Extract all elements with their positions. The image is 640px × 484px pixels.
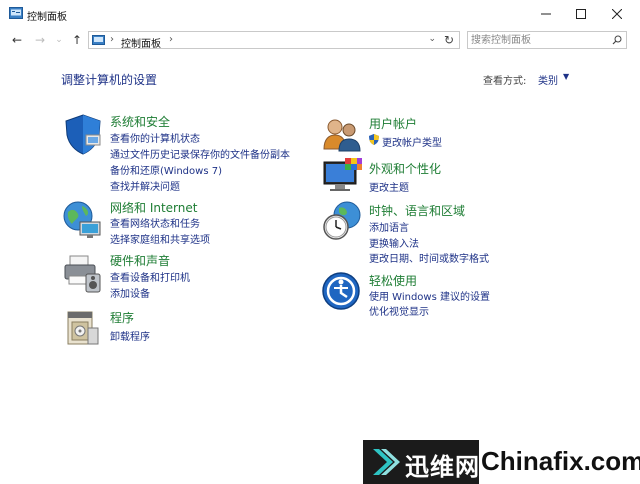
breadcrumb-separator: › <box>110 34 114 45</box>
category-hardware-sound[interactable]: 硬件和声音 <box>110 252 170 269</box>
maximize-button[interactable] <box>567 3 595 25</box>
link-file-history-backup[interactable]: 通过文件历史记录保存你的文件备份副本 <box>110 146 290 161</box>
link-change-input-method[interactable]: 更换输入法 <box>369 235 419 250</box>
appearance-monitor-icon[interactable] <box>321 156 363 198</box>
category-system-security[interactable]: 系统和安全 <box>110 113 170 130</box>
chevron-down-icon: ⌄ <box>55 35 63 45</box>
minimize-button[interactable] <box>532 3 560 25</box>
link-windows-recommended-settings[interactable]: 使用 Windows 建议的设置 <box>369 288 490 303</box>
close-button[interactable] <box>603 3 631 25</box>
breadcrumb-separator[interactable]: › <box>169 34 173 45</box>
control-panel-icon <box>92 35 105 45</box>
search-box[interactable] <box>467 31 627 49</box>
link-uninstall-program[interactable]: 卸载程序 <box>110 328 150 343</box>
maximize-icon <box>576 9 586 19</box>
breadcrumb-control-panel[interactable]: 控制面板 <box>121 35 161 50</box>
refresh-icon[interactable]: ↻ <box>444 33 454 47</box>
address-dropdown-icon[interactable]: ⌄ <box>428 34 436 44</box>
watermark-brand-en: Chinafix.com <box>481 446 640 476</box>
link-network-status[interactable]: 查看网络状态和任务 <box>110 215 200 230</box>
watermark-brand-cn: 迅维网 <box>405 453 480 481</box>
category-ease-of-access[interactable]: 轻松使用 <box>369 272 417 289</box>
security-shield-icon[interactable] <box>62 113 104 155</box>
link-change-account-type[interactable]: 更改帐户类型 <box>382 134 442 149</box>
forward-button[interactable]: → <box>32 32 48 48</box>
link-add-language[interactable]: 添加语言 <box>369 219 409 234</box>
view-by-dropdown[interactable]: 类别 <box>538 72 558 87</box>
link-view-computer-status[interactable]: 查看你的计算机状态 <box>110 130 200 145</box>
clock-region-icon[interactable] <box>321 200 363 242</box>
minimize-icon <box>541 13 551 15</box>
uac-shield-icon <box>369 134 379 145</box>
category-appearance[interactable]: 外观和个性化 <box>369 160 441 177</box>
link-backup-restore[interactable]: 备份和还原(Windows 7) <box>110 162 222 177</box>
up-arrow-icon: ↑ <box>71 33 83 47</box>
caret-down-icon[interactable]: ▼ <box>563 72 569 81</box>
view-by-label: 查看方式: <box>483 76 527 87</box>
watermark-arrow-icon <box>373 449 400 475</box>
link-troubleshoot[interactable]: 查找并解决问题 <box>110 178 180 193</box>
hardware-printer-icon[interactable] <box>62 252 104 294</box>
link-change-theme[interactable]: 更改主题 <box>369 179 409 194</box>
link-optimize-visual-display[interactable]: 优化视觉显示 <box>369 303 429 318</box>
back-arrow-icon: ← <box>11 33 23 47</box>
link-add-device[interactable]: 添加设备 <box>110 285 150 300</box>
navigation-bar: ← → ⌄ ↑ › 控制面板 › ⌄ ↻ <box>0 28 640 52</box>
title-bar: 控制面板 <box>0 0 640 28</box>
programs-icon[interactable] <box>62 308 104 350</box>
category-clock-language-region[interactable]: 时钟、语言和区域 <box>369 202 465 219</box>
network-globe-icon[interactable] <box>62 200 104 242</box>
window-title: 控制面板 <box>27 12 67 23</box>
link-change-date-time-format[interactable]: 更改日期、时间或数字格式 <box>369 250 489 265</box>
user-accounts-icon[interactable] <box>321 113 363 155</box>
category-network-internet[interactable]: 网络和 Internet <box>110 199 197 216</box>
search-input[interactable] <box>471 33 606 47</box>
forward-arrow-icon: → <box>34 33 46 47</box>
ease-of-access-icon[interactable] <box>321 271 363 313</box>
address-bar[interactable]: › 控制面板 › ⌄ ↻ <box>88 31 460 50</box>
page-heading: 调整计算机的设置 <box>61 73 158 87</box>
watermark: 迅维网 Chinafix.com <box>363 440 640 484</box>
search-icon[interactable] <box>612 35 622 45</box>
close-icon <box>612 9 622 19</box>
back-button[interactable]: ← <box>9 32 25 48</box>
category-user-accounts[interactable]: 用户帐户 <box>369 115 417 132</box>
category-programs[interactable]: 程序 <box>110 309 134 326</box>
control-panel-icon <box>9 7 23 19</box>
up-button[interactable]: ↑ <box>69 32 85 48</box>
link-devices-printers[interactable]: 查看设备和打印机 <box>110 269 190 284</box>
recent-locations-button[interactable]: ⌄ <box>51 32 67 48</box>
link-homegroup-sharing[interactable]: 选择家庭组和共享选项 <box>110 231 210 246</box>
